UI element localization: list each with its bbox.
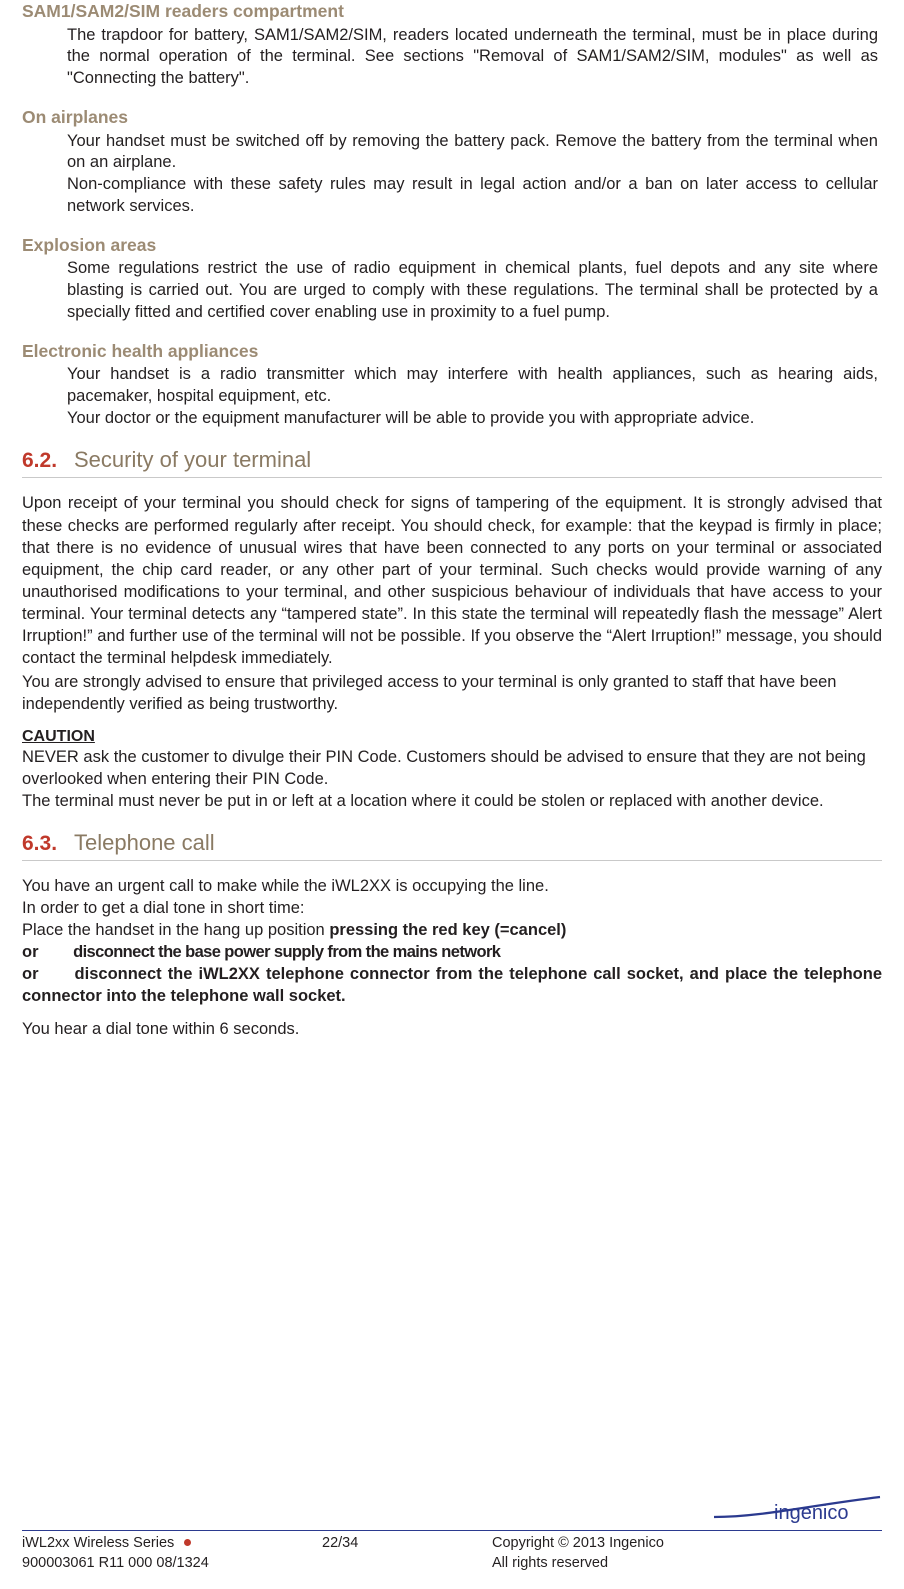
security-paragraph-1: Upon receipt of your terminal you should… — [22, 494, 882, 668]
caution-line-1: NEVER ask the customer to divulge their … — [22, 747, 866, 788]
subsection-explosion-areas: Explosion areas Some regulations restric… — [22, 234, 882, 324]
telephone-line-1: You have an urgent call to make while th… — [22, 876, 549, 895]
section-divider — [22, 477, 882, 479]
telephone-line-3: Place the handset in the hang up positio… — [22, 919, 882, 941]
section-header-telephone: 6.3. Telephone call — [22, 830, 882, 856]
telephone-or-1: or — [22, 943, 39, 962]
footer-row-1: iWL2xx Wireless Series 22/34 Copyright ©… — [0, 1531, 904, 1551]
subsection-heading: On airplanes — [22, 106, 129, 127]
telephone-line-3-plain: Place the handset in the hang up positio… — [22, 921, 330, 940]
footer-page-number: 22/34 — [322, 1535, 359, 1551]
footer-part-number: 900003061 R11 000 08/1324 — [22, 1555, 209, 1571]
red-dot-icon — [184, 1539, 192, 1547]
section-divider — [22, 859, 882, 861]
document-page: SAM1/SAM2/SIM readers compartment The tr… — [0, 0, 904, 1589]
footer-row-2: 900003061 R11 000 08/1324 All rights res… — [0, 1551, 904, 1571]
section-number: 6.3. — [22, 831, 58, 855]
footer-left: iWL2xx Wireless Series — [22, 1535, 322, 1551]
section-header-security: 6.2. Security of your terminal — [22, 447, 882, 473]
paragraph: Your handset must be switched off by rem… — [67, 131, 878, 172]
telephone-line-6: You hear a dial tone within 6 seconds. — [22, 1019, 300, 1038]
logo-graphic: ingenico — [713, 1495, 881, 1524]
subsection-sam-readers: SAM1/SAM2/SIM readers compartment The tr… — [22, 0, 882, 90]
subsection-body: Your handset must be switched off by rem… — [67, 131, 878, 218]
page-footer: iWL2xx Wireless Series 22/34 Copyright ©… — [0, 1530, 904, 1571]
svg-text:ingenico: ingenico — [774, 1502, 849, 1524]
caution-line-2: The terminal must never be put in or lef… — [22, 791, 824, 810]
subsection-body: Your handset is a radio transmitter whic… — [67, 364, 878, 429]
paragraph: Your handset is a radio transmitter whic… — [67, 365, 878, 405]
telephone-line-4: or disconnect the base power supply from… — [22, 941, 882, 963]
ingenico-logo: ingenico — [712, 1491, 882, 1533]
telephone-line-3-bold: pressing the red key (=cancel) — [329, 921, 567, 940]
footer-rights: All rights reserved — [492, 1555, 609, 1571]
caution-label: CAUTION — [22, 727, 95, 745]
paragraph: Your doctor or the equipment manufacture… — [67, 408, 755, 427]
telephone-line-5-bold: disconnect the iWL2XX telephone connecto… — [22, 965, 882, 1006]
subsection-body: The trapdoor for battery, SAM1/SAM2/SIM,… — [67, 25, 878, 90]
subsection-electronic-health-appliances: Electronic health appliances Your handse… — [22, 340, 882, 430]
security-paragraph-2: You are strongly advised to ensure that … — [22, 673, 837, 714]
subsection-heading: SAM1/SAM2/SIM readers compartment — [22, 1, 344, 21]
telephone-line-5: or disconnect the iWL2XX telephone conne… — [22, 963, 882, 1007]
subsection-heading: Electronic health appliances — [22, 340, 259, 361]
paragraph: The trapdoor for battery, SAM1/SAM2/SIM,… — [67, 25, 878, 88]
paragraph: Some regulations restrict the use of rad… — [67, 259, 878, 321]
section-title: Security of your terminal — [74, 447, 312, 473]
section-number: 6.2. — [22, 449, 58, 473]
paragraph: Non-compliance with these safety rules m… — [67, 175, 878, 215]
section-title: Telephone call — [74, 829, 215, 855]
subsection-body: Some regulations restrict the use of rad… — [67, 258, 878, 323]
telephone-line-2: In order to get a dial tone in short tim… — [22, 898, 305, 917]
telephone-or-2: or — [22, 965, 39, 984]
subsection-heading: Explosion areas — [22, 234, 157, 255]
subsection-on-airplanes: On airplanes Your handset must be switch… — [22, 106, 882, 218]
telephone-line-4-bold: disconnect the base power supply from th… — [73, 943, 501, 962]
footer-copyright: Copyright © 2013 Ingenico — [492, 1535, 664, 1551]
footer-series: iWL2xx Wireless Series — [22, 1535, 175, 1551]
